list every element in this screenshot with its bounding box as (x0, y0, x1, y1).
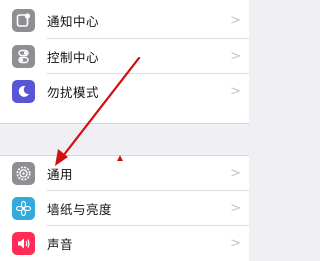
chevron-right-icon: > (230, 236, 241, 251)
settings-group-1: 通知中心 > 控制中心 > 勿扰模式 > (0, 0, 249, 124)
chevron-right-icon: > (230, 13, 241, 28)
row-label: 墙纸与亮度 (47, 202, 113, 217)
row-label: 通用 (47, 167, 74, 182)
row-label: 控制中心 (47, 50, 100, 65)
chevron-right-icon: > (230, 84, 241, 99)
speaker-icon (12, 232, 35, 255)
chevron-right-icon: > (230, 166, 241, 181)
row-do-not-disturb[interactable]: 勿扰模式 > (0, 74, 249, 109)
row-general[interactable]: 通用 > (0, 156, 249, 191)
gear-icon (12, 162, 35, 185)
chevron-right-icon: > (230, 49, 241, 64)
control-center-icon (12, 45, 35, 68)
row-control-center[interactable]: 控制中心 > (0, 39, 249, 74)
moon-icon (12, 80, 35, 103)
row-label: 勿扰模式 (47, 85, 100, 100)
row-sounds[interactable]: 声音 > (0, 226, 249, 261)
chevron-right-icon: > (230, 201, 241, 216)
row-notification-center[interactable]: 通知中心 > (0, 2, 249, 39)
row-label: 通知中心 (47, 14, 100, 29)
settings-group-2: 通用 > 墙纸与亮度 > 声音 > (0, 155, 249, 261)
row-wallpaper-brightness[interactable]: 墙纸与亮度 > (0, 191, 249, 226)
row-label: 声音 (47, 237, 74, 252)
settings-screen: 通知中心 > 控制中心 > 勿扰模式 > 通用 > 墙纸与亮度 > 声音 > (0, 0, 249, 261)
wallpaper-flower-icon (12, 197, 35, 220)
notification-center-icon (12, 9, 35, 32)
